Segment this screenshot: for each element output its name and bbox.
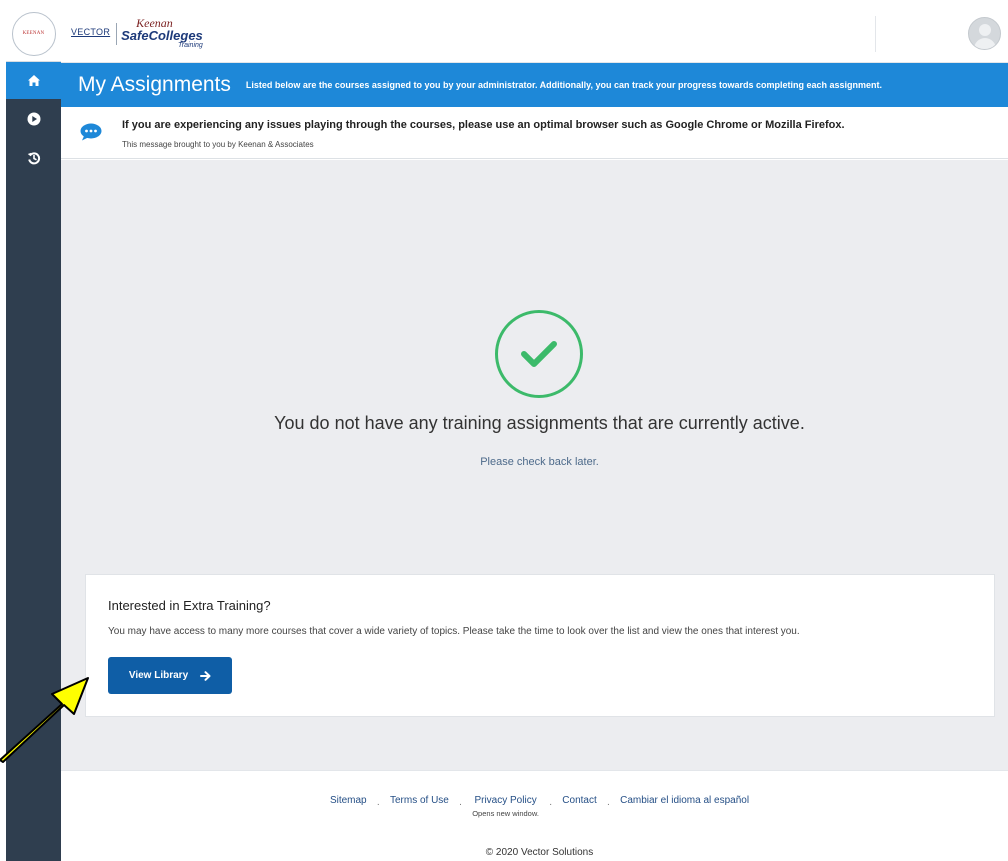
- checkmark-icon: [521, 341, 557, 367]
- empty-state-title: You do not have any training assignments…: [274, 413, 805, 433]
- sidebar-item-home[interactable]: [6, 62, 61, 99]
- footer-link-spanish[interactable]: Cambiar el idioma al español: [620, 795, 749, 806]
- sidebar-item-play[interactable]: [6, 99, 61, 138]
- footer-link-sitemap[interactable]: Sitemap: [330, 795, 367, 806]
- page-title-bar: My Assignments Listed below are the cour…: [61, 63, 1008, 107]
- footer-separator: ·: [376, 799, 380, 810]
- training-logo-text: Training: [178, 42, 203, 49]
- footer-link-terms[interactable]: Terms of Use: [390, 795, 449, 806]
- page-description: Listed below are the courses assigned to…: [245, 80, 883, 90]
- extra-training-title: Interested in Extra Training?: [108, 598, 271, 613]
- safecolleges-logo-text: SafeColleges: [121, 28, 203, 43]
- safecolleges-logo: Keenan SafeColleges Training: [121, 17, 203, 49]
- footer-links: Sitemap · Terms of Use · Privacy Policy …: [61, 795, 1008, 818]
- sidebar-item-history[interactable]: [6, 138, 61, 177]
- header-divider: [875, 16, 876, 52]
- page-title: My Assignments: [78, 73, 231, 96]
- history-icon: [27, 151, 40, 164]
- notice-source: This message brought to you by Keenan & …: [122, 140, 314, 149]
- assignments-content: You do not have any training assignments…: [61, 160, 1008, 770]
- footer-link-privacy[interactable]: Privacy Policy: [474, 795, 536, 806]
- footer-privacy-group: Privacy Policy Opens new window.: [472, 795, 539, 818]
- sidebar: KEENAN: [6, 6, 61, 861]
- view-library-label: View Library: [128, 670, 189, 681]
- extra-training-card: Interested in Extra Training? You may ha…: [85, 574, 995, 717]
- extra-training-text: You may have access to many more courses…: [108, 626, 800, 637]
- footer-link-contact[interactable]: Contact: [562, 795, 596, 806]
- footer-separator: ·: [548, 799, 553, 810]
- chat-bubble-icon: [80, 123, 102, 141]
- footer-separator: ·: [458, 799, 463, 810]
- avatar-body: [974, 38, 996, 49]
- view-library-button[interactable]: View Library: [108, 657, 232, 694]
- play-circle-icon: [27, 112, 40, 125]
- empty-state-subtitle: Please check back later.: [480, 456, 599, 468]
- notice-text: If you are experiencing any issues playi…: [122, 119, 845, 131]
- avatar-head: [979, 24, 991, 36]
- logo-text: KEENAN: [22, 31, 45, 36]
- brand-divider: [116, 23, 118, 45]
- notice-banner: If you are experiencing any issues playi…: [61, 107, 1008, 159]
- logo-circle: KEENAN: [11, 11, 56, 56]
- home-icon: [27, 75, 40, 86]
- copyright-text: © 2020 Vector Solutions: [485, 847, 594, 858]
- brand-logo[interactable]: VECTOR Keenan SafeColleges Training: [71, 17, 203, 49]
- organization-logo[interactable]: KEENAN: [6, 6, 61, 62]
- top-header: VECTOR Keenan SafeColleges Training: [61, 6, 1008, 63]
- footer-separator: ·: [606, 799, 611, 810]
- user-avatar[interactable]: [968, 17, 1001, 50]
- page-footer: Sitemap · Terms of Use · Privacy Policy …: [61, 770, 1008, 861]
- arrow-right-icon: [200, 670, 211, 681]
- privacy-new-window-note: Opens new window.: [472, 809, 539, 818]
- vector-logo-text: VECTOR: [71, 27, 111, 37]
- success-check-icon: [495, 310, 583, 398]
